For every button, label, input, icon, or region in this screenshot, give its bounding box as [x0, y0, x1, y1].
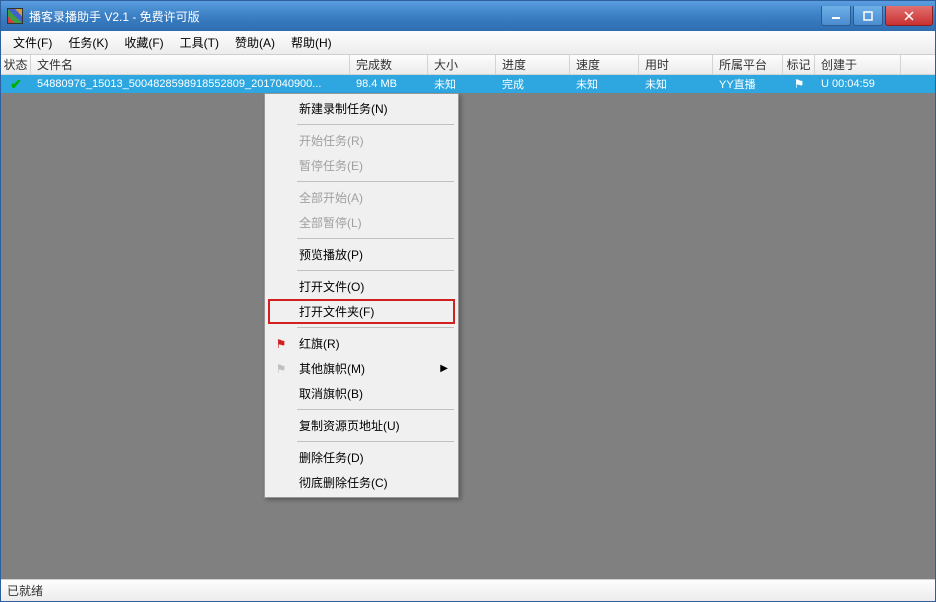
- task-row[interactable]: ✔ 54880976_15013_5004828598918552809_201…: [1, 75, 935, 93]
- status-text: 已就绪: [7, 582, 43, 599]
- context-menu: 新建录制任务(N) 开始任务(R) 暂停任务(E) 全部开始(A) 全部暂停(L…: [264, 93, 459, 498]
- window-title: 播客录播助手 V2.1 - 免费许可版: [29, 8, 819, 25]
- app-window: 播客录播助手 V2.1 - 免费许可版 文件(F) 任务(K) 收藏(F) 工具…: [0, 0, 936, 602]
- ctx-other-flags[interactable]: ⚑ 其他旗帜(M) ▶: [267, 356, 456, 381]
- header-time[interactable]: 用时: [639, 55, 713, 74]
- context-separator: [297, 409, 454, 410]
- check-icon: ✔: [10, 76, 22, 93]
- context-separator: [297, 181, 454, 182]
- cell-status: ✔: [1, 75, 31, 93]
- ctx-open-file[interactable]: 打开文件(O): [267, 274, 456, 299]
- ctx-preview-play[interactable]: 预览播放(P): [267, 242, 456, 267]
- ctx-red-flag-label: 红旗(R): [299, 335, 340, 352]
- header-status[interactable]: 状态: [1, 55, 31, 74]
- ctx-delete-task[interactable]: 删除任务(D): [267, 445, 456, 470]
- flag-icon: ⚑: [794, 77, 805, 91]
- statusbar: 已就绪: [1, 579, 935, 601]
- column-headers: 状态 文件名 完成数 大小 进度 速度 用时 所属平台 标记 创建于: [1, 55, 935, 75]
- cell-size: 未知: [428, 75, 496, 93]
- header-progress[interactable]: 进度: [496, 55, 570, 74]
- cell-mark: ⚑: [783, 75, 815, 93]
- app-icon: [7, 8, 23, 24]
- menu-tasks[interactable]: 任务(K): [60, 31, 116, 54]
- context-separator: [297, 270, 454, 271]
- ctx-open-folder[interactable]: 打开文件夹(F): [267, 299, 456, 324]
- ctx-pause-all[interactable]: 全部暂停(L): [267, 210, 456, 235]
- ctx-purge-task[interactable]: 彻底删除任务(C): [267, 470, 456, 495]
- menu-favorites[interactable]: 收藏(F): [116, 31, 171, 54]
- context-separator: [297, 124, 454, 125]
- ctx-clear-flag[interactable]: 取消旗帜(B): [267, 381, 456, 406]
- window-controls: [819, 6, 933, 26]
- header-speed[interactable]: 速度: [570, 55, 639, 74]
- menubar: 文件(F) 任务(K) 收藏(F) 工具(T) 赞助(A) 帮助(H): [1, 31, 935, 55]
- menu-tools[interactable]: 工具(T): [172, 31, 227, 54]
- ctx-red-flag[interactable]: ⚑ 红旗(R): [267, 331, 456, 356]
- flag-gray-icon: ⚑: [273, 362, 289, 376]
- cell-completed: 98.4 MB: [350, 75, 428, 93]
- menu-sponsor[interactable]: 赞助(A): [227, 31, 283, 54]
- context-separator: [297, 238, 454, 239]
- header-platform[interactable]: 所属平台: [713, 55, 783, 74]
- ctx-other-flags-label: 其他旗帜(M): [299, 360, 365, 377]
- flag-red-icon: ⚑: [273, 337, 289, 351]
- cell-speed: 未知: [570, 75, 639, 93]
- cell-filename: 54880976_15013_5004828598918552809_20170…: [31, 75, 350, 93]
- header-size[interactable]: 大小: [428, 55, 496, 74]
- cell-platform: YY直播: [713, 75, 783, 93]
- ctx-copy-url[interactable]: 复制资源页地址(U): [267, 413, 456, 438]
- cell-created: U 00:04:59: [815, 75, 901, 93]
- task-list[interactable]: ✔ 54880976_15013_5004828598918552809_201…: [1, 75, 935, 579]
- header-created[interactable]: 创建于: [815, 55, 901, 74]
- submenu-arrow-icon: ▶: [440, 363, 448, 374]
- maximize-button[interactable]: [853, 6, 883, 26]
- cell-progress: 完成: [496, 75, 570, 93]
- close-button[interactable]: [885, 6, 933, 26]
- menu-file[interactable]: 文件(F): [5, 31, 60, 54]
- header-completed[interactable]: 完成数: [350, 55, 428, 74]
- titlebar[interactable]: 播客录播助手 V2.1 - 免费许可版: [1, 1, 935, 31]
- minimize-button[interactable]: [821, 6, 851, 26]
- menu-help[interactable]: 帮助(H): [283, 31, 340, 54]
- context-separator: [297, 327, 454, 328]
- context-separator: [297, 441, 454, 442]
- ctx-new-task[interactable]: 新建录制任务(N): [267, 96, 456, 121]
- ctx-pause-task[interactable]: 暂停任务(E): [267, 153, 456, 178]
- header-filename[interactable]: 文件名: [31, 55, 350, 74]
- header-mark[interactable]: 标记: [783, 55, 815, 74]
- cell-time: 未知: [639, 75, 713, 93]
- ctx-start-all[interactable]: 全部开始(A): [267, 185, 456, 210]
- ctx-start-task[interactable]: 开始任务(R): [267, 128, 456, 153]
